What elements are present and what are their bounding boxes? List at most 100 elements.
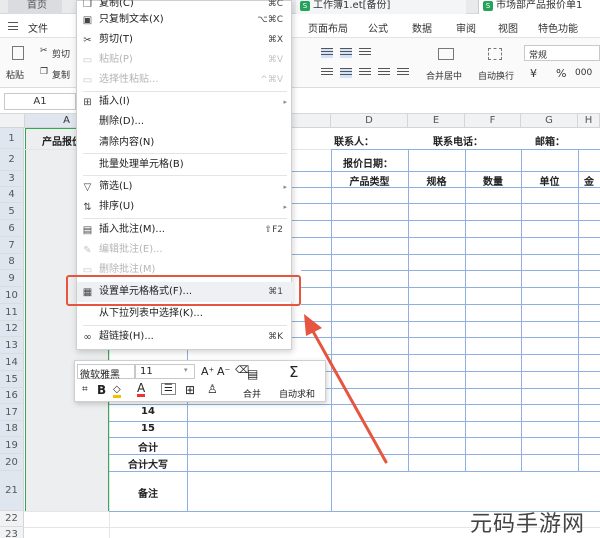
row-header[interactable]: 1 bbox=[0, 128, 24, 149]
row-header[interactable]: 13 bbox=[0, 337, 24, 354]
align-center-icon[interactable] bbox=[340, 68, 352, 78]
menu-item-filter[interactable]: ▽ 筛选(L) ▸ bbox=[77, 177, 293, 197]
row-header[interactable]: 8 bbox=[0, 254, 24, 270]
menu-review[interactable]: 审阅 bbox=[456, 20, 476, 35]
menu-item-cut[interactable]: ✂ 剪切(T) ⌘X bbox=[77, 30, 293, 50]
menu-item-hyperlink[interactable]: ∞ 超链接(H)... ⌘K bbox=[77, 327, 293, 347]
paste-icon[interactable] bbox=[12, 46, 24, 60]
menu-view[interactable]: 视图 bbox=[498, 20, 518, 35]
row-header[interactable]: 7 bbox=[0, 237, 24, 254]
wrap-text-icon[interactable] bbox=[488, 48, 502, 60]
column-header[interactable]: F bbox=[465, 114, 521, 128]
number-format-select[interactable]: 常规 bbox=[524, 45, 600, 61]
cell-e1[interactable]: 联系电话： bbox=[425, 133, 491, 148]
currency-button[interactable]: ¥ bbox=[530, 67, 537, 80]
cell-b18[interactable]: 15 bbox=[109, 423, 187, 434]
menu-item-sort[interactable]: ⇅ 排序(U) ▸ bbox=[77, 197, 293, 217]
copy-button[interactable]: 复制 bbox=[52, 68, 70, 81]
merge-center-icon[interactable] bbox=[438, 48, 454, 60]
row-header[interactable]: 22 bbox=[0, 511, 24, 527]
merge-button[interactable]: 合并 bbox=[243, 387, 261, 400]
cell-b19[interactable]: 合计 bbox=[109, 439, 187, 454]
row-header[interactable]: 14 bbox=[0, 354, 24, 371]
column-header[interactable]: E bbox=[408, 114, 465, 128]
row-header[interactable]: 21 bbox=[0, 471, 24, 511]
thousands-button[interactable]: 000 bbox=[575, 68, 592, 78]
align-top-icon[interactable] bbox=[321, 48, 333, 58]
justify-icon[interactable] bbox=[378, 68, 390, 78]
cut-icon[interactable]: ✂ bbox=[40, 46, 48, 56]
row-header[interactable]: 10 bbox=[0, 287, 24, 304]
cell-b21[interactable]: 备注 bbox=[109, 485, 187, 500]
column-header[interactable]: H bbox=[578, 114, 600, 128]
menu-item-batch-process[interactable]: 批量处理单元格(B) bbox=[77, 155, 293, 175]
font-color-button[interactable]: A bbox=[137, 382, 146, 397]
cell-b20[interactable]: 合计大写 bbox=[109, 456, 187, 471]
bold-button[interactable]: B bbox=[97, 383, 106, 397]
row-header[interactable]: 9 bbox=[0, 270, 24, 287]
column-header[interactable]: D bbox=[331, 114, 408, 128]
row-header[interactable]: 15 bbox=[0, 371, 24, 388]
row-header[interactable]: 18 bbox=[0, 421, 24, 437]
menu-item-pick-from-list[interactable]: 从下拉列表中选择(K)... bbox=[77, 304, 293, 324]
menu-page-layout[interactable]: 页面布局 bbox=[308, 20, 348, 35]
row-header[interactable]: 17 bbox=[0, 404, 24, 421]
row-header[interactable]: 11 bbox=[0, 304, 24, 321]
row-header[interactable]: 20 bbox=[0, 454, 24, 471]
row-header[interactable]: 3 bbox=[0, 171, 24, 187]
row-header[interactable]: 23 bbox=[0, 527, 24, 538]
merge-center-button[interactable]: 合并居中 bbox=[426, 69, 462, 82]
row-header[interactable]: 5 bbox=[0, 203, 24, 220]
tab-home[interactable]: 首页 bbox=[8, 0, 62, 14]
row-header[interactable]: 16 bbox=[0, 388, 24, 404]
copy-icon[interactable]: ❐ bbox=[40, 67, 48, 77]
cell-b17[interactable]: 14 bbox=[109, 406, 187, 417]
cell-d2[interactable]: 报价日期： bbox=[338, 155, 398, 170]
menu-item-insert-comment[interactable]: ▤ 插入批注(M)... ⇧F2 bbox=[77, 220, 293, 240]
paste-button[interactable]: 粘贴 bbox=[6, 68, 24, 81]
menu-special[interactable]: 特色功能 bbox=[538, 20, 578, 35]
align-center-icon[interactable]: ☰ bbox=[161, 383, 176, 395]
tab-quote-sheet[interactable]: S 市场部产品报价单1 bbox=[478, 0, 600, 14]
menu-icon[interactable] bbox=[8, 22, 18, 30]
cell-f3[interactable]: 数量 bbox=[465, 173, 521, 188]
wrap-text-button[interactable]: 自动换行 bbox=[478, 69, 514, 82]
cell-g1[interactable]: 邮箱： bbox=[530, 133, 570, 148]
menu-formula[interactable]: 公式 bbox=[368, 20, 388, 35]
cell-d3[interactable]: 产品类型 bbox=[331, 173, 408, 188]
menu-item-clear-contents[interactable]: 清除内容(N) bbox=[77, 133, 293, 153]
format-painter-icon[interactable]: ⌗ bbox=[82, 384, 88, 395]
cell-g3[interactable]: 单位 bbox=[521, 173, 578, 188]
fill-color-icon[interactable]: ◇ bbox=[113, 384, 121, 398]
cell-h3[interactable]: 金 bbox=[584, 173, 600, 188]
name-box[interactable]: A1 bbox=[4, 93, 76, 110]
menu-item-delete[interactable]: 删除(D)... bbox=[77, 112, 293, 132]
corner-select-all[interactable] bbox=[0, 114, 25, 128]
grow-font-button[interactable]: A⁺ bbox=[201, 365, 214, 378]
menu-file[interactable]: 文件 bbox=[28, 20, 48, 35]
menu-data[interactable]: 数据 bbox=[412, 20, 432, 35]
autosum-button[interactable]: 自动求和 bbox=[279, 387, 315, 400]
distribute-icon[interactable] bbox=[397, 68, 409, 78]
menu-item-copy-text[interactable]: ▣ 只复制文本(X) ⌥⌘C bbox=[77, 10, 293, 30]
row-header[interactable]: 19 bbox=[0, 437, 24, 454]
align-left-icon[interactable] bbox=[321, 68, 333, 78]
row-header[interactable]: 4 bbox=[0, 187, 24, 203]
menu-item-edit-comment[interactable]: ✎ 编辑批注(E)... bbox=[77, 240, 293, 260]
font-select[interactable]: 微软雅黑 bbox=[77, 364, 135, 381]
row-header[interactable]: 12 bbox=[0, 321, 24, 337]
shrink-font-button[interactable]: A⁻ bbox=[217, 365, 230, 378]
row-header[interactable]: 2 bbox=[0, 149, 24, 171]
tab-workbook1[interactable]: S 工作簿1.et[备份] bbox=[296, 0, 466, 14]
row-header[interactable]: 6 bbox=[0, 220, 24, 237]
align-right-icon[interactable] bbox=[359, 68, 371, 78]
cell-d1[interactable]: 联系人： bbox=[331, 133, 377, 148]
lock-icon[interactable]: ♙ bbox=[207, 382, 218, 396]
align-bottom-icon[interactable] bbox=[359, 48, 371, 58]
cell-e3[interactable]: 规格 bbox=[408, 173, 465, 188]
menu-item-insert[interactable]: ⊞ 插入(I) ▸ bbox=[77, 92, 293, 112]
menu-item-paste[interactable]: ▭ 粘贴(P) ⌘V bbox=[77, 50, 293, 70]
borders-icon[interactable]: ⊞ bbox=[185, 383, 195, 397]
font-size-select[interactable]: 11 ▾ bbox=[135, 364, 195, 379]
percent-button[interactable]: % bbox=[556, 67, 566, 80]
